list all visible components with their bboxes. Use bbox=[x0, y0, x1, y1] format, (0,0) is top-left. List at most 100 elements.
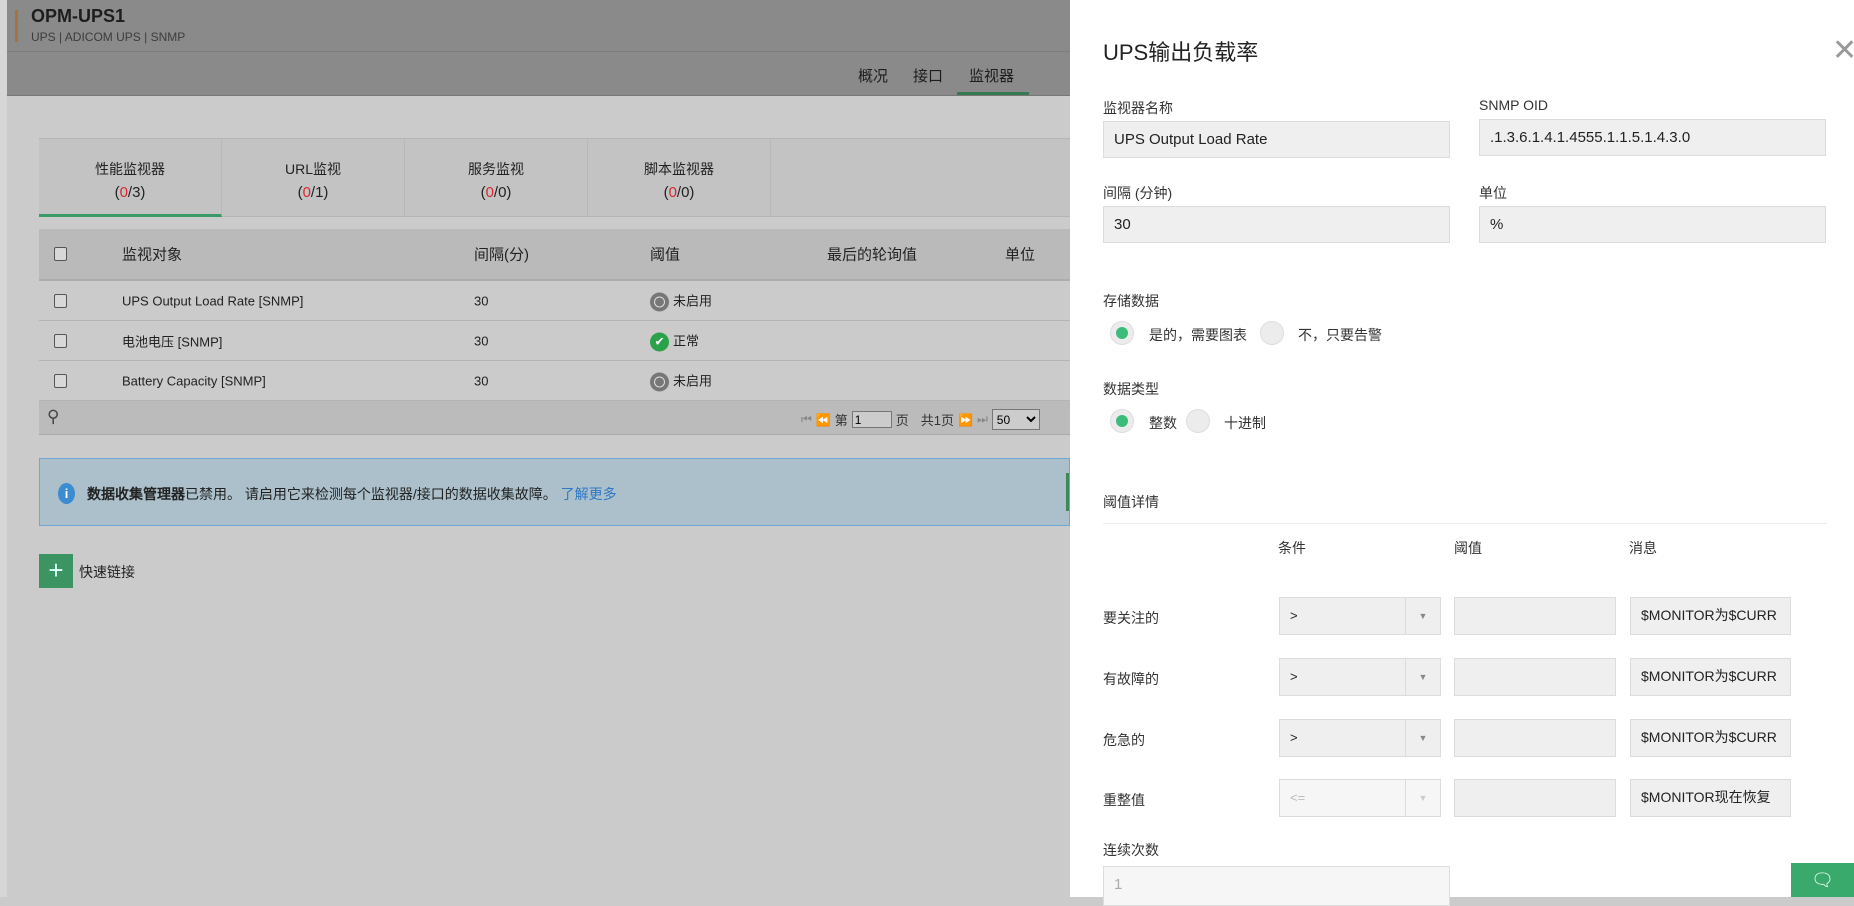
store-yes-radio[interactable] bbox=[1110, 321, 1134, 345]
info-text: 已禁用。 请启用它来检测每个监视器/接口的数据收集故障。 bbox=[185, 486, 557, 502]
row-checkbox[interactable] bbox=[54, 293, 67, 308]
accent-bar bbox=[15, 10, 18, 42]
first-page-icon[interactable]: ⏮ bbox=[801, 412, 812, 427]
condition-value: <= bbox=[1290, 790, 1306, 805]
col-unit[interactable]: 单位 bbox=[1005, 244, 1035, 265]
monitor-name[interactable]: Battery Capacity [SNMP] bbox=[122, 373, 266, 388]
chat-icon[interactable]: 🗨 bbox=[1791, 863, 1854, 897]
message-input[interactable]: $MONITOR现在恢复 bbox=[1630, 779, 1791, 817]
consecutive-label: 连续次数 bbox=[1103, 842, 1159, 858]
monitor-name[interactable]: UPS Output Load Rate [SNMP] bbox=[122, 293, 303, 308]
table-row[interactable]: UPS Output Load Rate [SNMP] 30 未启用 bbox=[39, 281, 1070, 321]
chevron-down-icon: ▼ bbox=[1405, 720, 1440, 756]
col-last-value[interactable]: 最后的轮询值 bbox=[827, 244, 917, 265]
info-bold: 数据收集管理器 bbox=[87, 486, 185, 502]
banner-edge bbox=[1066, 473, 1069, 511]
info-icon: i bbox=[58, 483, 75, 504]
device-header: OPM-UPS1 UPS | ADICOM UPS | SNMP bbox=[7, 0, 1070, 52]
col-monitor[interactable]: 监视对象 bbox=[122, 244, 182, 265]
row-checkbox[interactable] bbox=[54, 373, 67, 388]
col-message: 消息 bbox=[1629, 540, 1657, 556]
search-icon[interactable]: ⚲ bbox=[47, 407, 59, 427]
select-all-checkbox[interactable] bbox=[54, 247, 67, 261]
device-subtitle: UPS | ADICOM UPS | SNMP bbox=[31, 30, 186, 44]
interval: 30 bbox=[474, 373, 489, 388]
table-header: 监视对象 间隔(分) 阈值 最后的轮询值 单位 bbox=[39, 229, 1070, 281]
condition-select[interactable]: > ▼ bbox=[1279, 597, 1441, 635]
subtab-performance[interactable]: 性能监视器 (0/3) bbox=[39, 139, 222, 217]
store-data-label: 存储数据 bbox=[1103, 293, 1159, 309]
store-no-label: 不，只要告警 bbox=[1298, 327, 1382, 343]
data-type-label: 数据类型 bbox=[1103, 381, 1159, 397]
monitor-name[interactable]: 电池电压 [SNMP] bbox=[122, 331, 222, 350]
unit-input[interactable]: % bbox=[1479, 206, 1826, 243]
panel-title: UPS输出负载率 bbox=[1103, 40, 1259, 65]
message-input[interactable]: $MONITOR为$CURR bbox=[1630, 597, 1791, 635]
divider bbox=[1103, 523, 1827, 524]
next-page-icon[interactable]: ⏩ bbox=[958, 413, 973, 427]
col-threshold[interactable]: 阈值 bbox=[650, 244, 680, 265]
subtab-label: 脚本监视器 bbox=[644, 161, 714, 177]
monitor-name-input[interactable]: UPS Output Load Rate bbox=[1103, 121, 1450, 158]
message-input[interactable]: $MONITOR为$CURR bbox=[1630, 719, 1791, 757]
table-row[interactable]: 电池电压 [SNMP] 30 ✔ 正常 bbox=[39, 321, 1070, 361]
col-condition: 条件 bbox=[1278, 540, 1306, 556]
count-total: 0 bbox=[681, 184, 690, 201]
condition-value: > bbox=[1290, 608, 1298, 623]
chevron-down-icon: ▼ bbox=[1405, 598, 1440, 634]
condition-select[interactable]: > ▼ bbox=[1279, 658, 1441, 696]
col-interval[interactable]: 间隔(分) bbox=[474, 244, 529, 265]
count-down: 0 bbox=[119, 184, 128, 201]
type-dec-radio[interactable] bbox=[1186, 409, 1210, 433]
learn-more-link[interactable]: 了解更多 bbox=[561, 486, 617, 502]
threshold-input[interactable] bbox=[1454, 597, 1616, 635]
severity-label: 危急的 bbox=[1103, 732, 1145, 748]
consecutive-input[interactable]: 1 bbox=[1103, 866, 1450, 906]
table-row[interactable]: Battery Capacity [SNMP] 30 未启用 bbox=[39, 361, 1070, 401]
last-page-icon[interactable]: ⏭ bbox=[977, 412, 988, 427]
check-circle-icon: ✔ bbox=[650, 332, 669, 352]
type-int-radio[interactable] bbox=[1110, 409, 1134, 433]
monitor-edit-panel: UPS输出负载率 ✕ 监视器名称 UPS Output Load Rate SN… bbox=[1070, 0, 1854, 906]
severity-label: 有故障的 bbox=[1103, 671, 1159, 687]
row-checkbox[interactable] bbox=[54, 333, 67, 348]
oid-input[interactable]: .1.3.6.1.4.1.4555.1.1.5.1.4.3.0 bbox=[1479, 119, 1826, 156]
interval-input[interactable]: 30 bbox=[1103, 206, 1450, 243]
subtab-url[interactable]: URL监视 (0/1) bbox=[222, 139, 405, 217]
disabled-icon bbox=[650, 372, 669, 392]
info-banner: i 数据收集管理器已禁用。 请启用它来检测每个监视器/接口的数据收集故障。 了解… bbox=[39, 458, 1070, 526]
message-input[interactable]: $MONITOR为$CURR bbox=[1630, 658, 1791, 696]
tab-overview[interactable]: 概况 bbox=[858, 65, 888, 86]
subtab-service[interactable]: 服务监视 (0/0) bbox=[405, 139, 588, 217]
quick-links-label[interactable]: 快速链接 bbox=[79, 562, 135, 582]
subtab-script[interactable]: 脚本监视器 (0/0) bbox=[588, 139, 771, 217]
col-threshold: 阈值 bbox=[1454, 540, 1482, 556]
condition-select[interactable]: > ▼ bbox=[1279, 719, 1441, 757]
close-icon[interactable]: ✕ bbox=[1832, 33, 1854, 68]
condition-select[interactable]: <= ▼ bbox=[1279, 779, 1441, 817]
store-no-radio[interactable] bbox=[1260, 321, 1284, 345]
device-name: OPM-UPS1 bbox=[31, 6, 126, 26]
oid-label: SNMP OID bbox=[1479, 97, 1548, 113]
plus-icon[interactable]: + bbox=[39, 554, 73, 588]
store-yes-label: 是的，需要图表 bbox=[1149, 327, 1247, 343]
threshold-input[interactable] bbox=[1454, 719, 1616, 757]
page-input[interactable] bbox=[851, 411, 892, 428]
interval: 30 bbox=[474, 333, 489, 348]
chevron-down-icon: ▼ bbox=[1405, 780, 1440, 816]
threshold-input[interactable] bbox=[1454, 658, 1616, 696]
condition-value: > bbox=[1290, 669, 1298, 684]
tab-monitors[interactable]: 监视器 bbox=[969, 65, 1014, 86]
interval-label: 间隔 (分钟) bbox=[1103, 185, 1173, 201]
interval: 30 bbox=[474, 293, 489, 308]
threshold-status: 未启用 bbox=[673, 372, 713, 388]
table-footer: ⚲ ⏮ ⏪ 第 页 共1页 ⏩ ⏭ 50 bbox=[39, 401, 1070, 435]
count-total: 1 bbox=[315, 184, 324, 201]
active-tab-indicator bbox=[957, 92, 1029, 95]
tab-interfaces[interactable]: 接口 bbox=[913, 65, 943, 86]
severity-label: 要关注的 bbox=[1103, 610, 1159, 626]
threshold-input[interactable] bbox=[1454, 779, 1616, 817]
per-page-select[interactable]: 50 bbox=[991, 409, 1040, 430]
left-edge bbox=[0, 0, 7, 897]
prev-page-icon[interactable]: ⏪ bbox=[816, 413, 831, 427]
